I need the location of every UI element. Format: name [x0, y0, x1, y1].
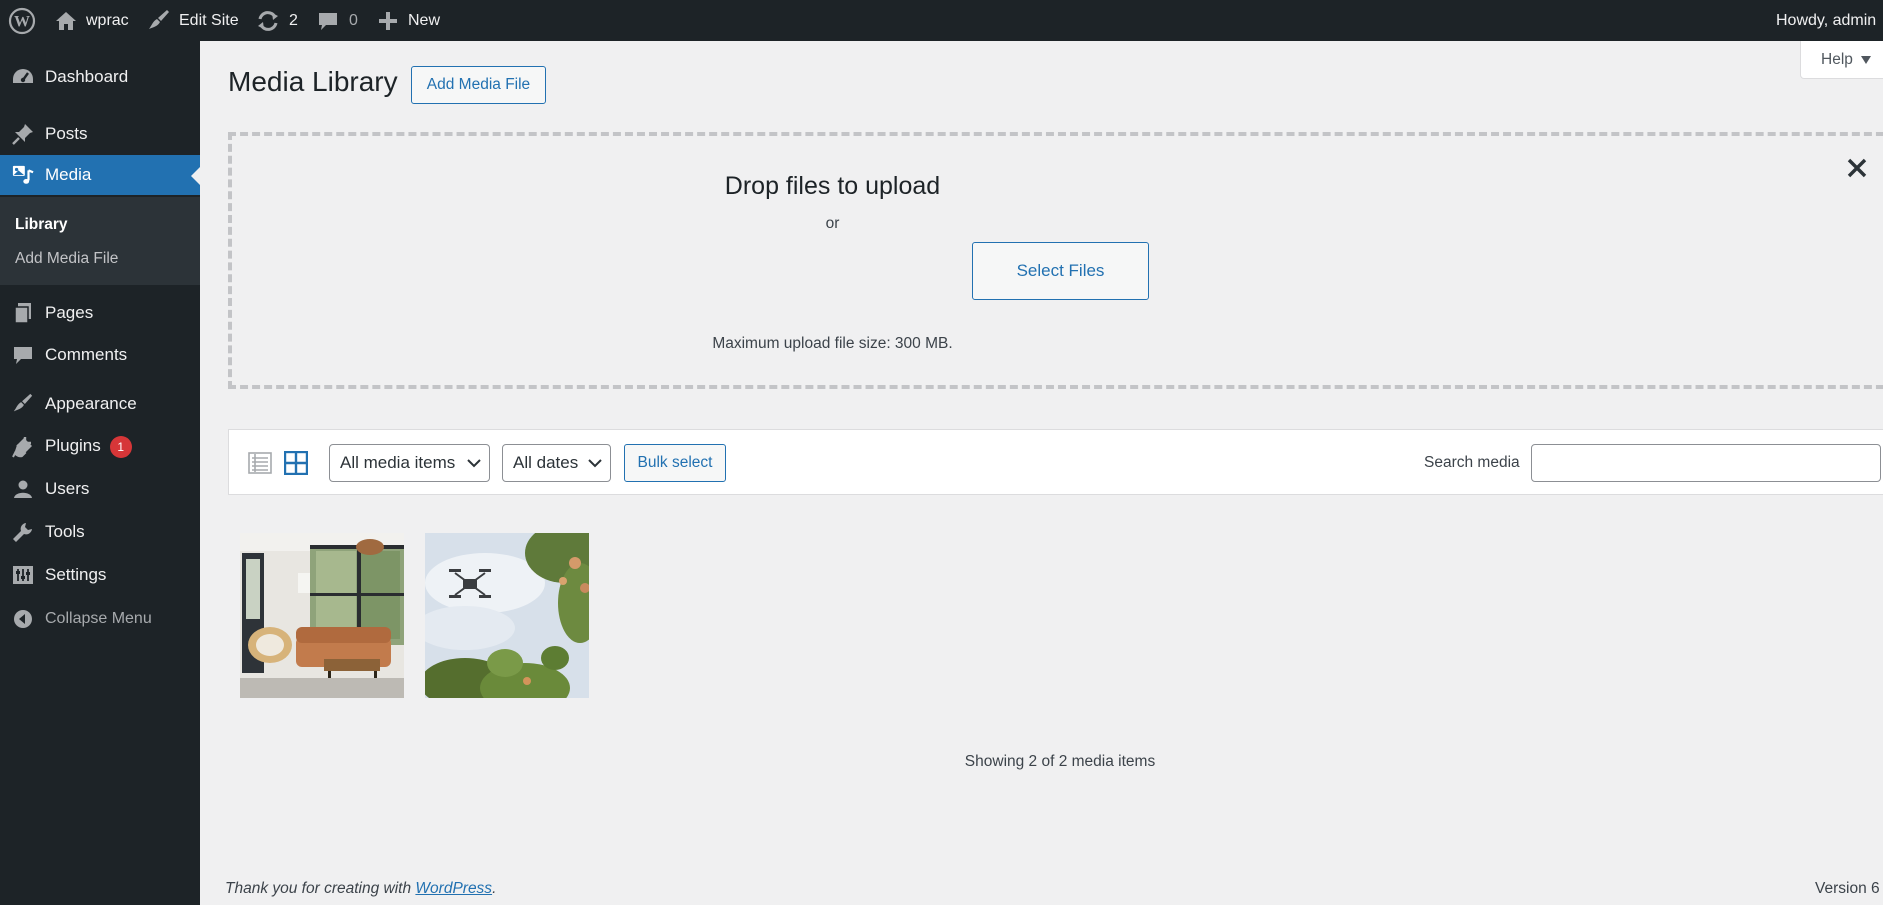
collapse-label: Collapse Menu [45, 610, 152, 627]
add-media-file-button[interactable]: Add Media File [411, 66, 546, 104]
submenu-item-add-media-file[interactable]: Add Media File [15, 250, 118, 268]
chevron-down-icon [467, 459, 481, 468]
menu-label: Settings [45, 565, 107, 584]
menu-item-settings[interactable]: Settings [0, 555, 200, 595]
footer-thanks-period: . [492, 880, 497, 897]
menu-label: Users [45, 479, 90, 498]
brush-icon [147, 9, 171, 32]
date-filter-value: All dates [513, 453, 579, 472]
living-room-photo [240, 533, 404, 698]
help-tab-button[interactable]: Help [1800, 41, 1883, 79]
updates-count: 2 [289, 11, 298, 29]
comments-count: 0 [349, 11, 358, 29]
comment-icon [317, 11, 339, 31]
admin-sidebar: Dashboard Posts Media Library Add Media … [0, 41, 200, 905]
new-content-link[interactable]: New [378, 0, 440, 41]
menu-item-appearance[interactable]: Appearance [0, 384, 200, 424]
footer-thanks-text: Thank you for creating with [225, 880, 412, 897]
footer-version: Version 6 [1815, 880, 1880, 897]
menu-label: Pages [45, 303, 94, 322]
comments-link[interactable]: 0 [317, 0, 358, 41]
updates-link[interactable]: 2 [256, 0, 298, 41]
plugin-icon [12, 436, 34, 458]
footer-thanks: Thank you for creating with WordPress. [225, 880, 496, 898]
close-icon[interactable] [1845, 156, 1869, 180]
plus-icon [378, 11, 398, 31]
wrench-icon [12, 521, 34, 543]
pin-icon [12, 123, 34, 145]
select-files-button[interactable]: Select Files [972, 242, 1149, 300]
menu-item-posts[interactable]: Posts [0, 114, 200, 154]
dashboard-icon [12, 66, 34, 88]
page-title: Media Library [228, 66, 398, 97]
menu-item-users[interactable]: Users [0, 469, 200, 509]
home-icon [55, 11, 77, 31]
plugins-update-badge: 1 [109, 436, 132, 458]
menu-item-dashboard[interactable]: Dashboard [0, 57, 200, 97]
media-submenu: Library Add Media File [0, 197, 200, 285]
menu-label: Tools [45, 522, 85, 541]
menu-label: Appearance [45, 394, 137, 413]
menu-item-plugins[interactable]: Plugins 1 [0, 427, 200, 467]
site-name-label: wprac [86, 11, 129, 29]
collapse-icon [12, 608, 34, 630]
collapse-menu-button[interactable]: Collapse Menu [0, 599, 200, 639]
menu-label: Posts [45, 124, 88, 143]
refresh-icon [256, 10, 280, 32]
media-item-thumbnail[interactable] [240, 533, 404, 698]
brush-icon [12, 393, 34, 415]
search-media-label: Search media [1424, 454, 1520, 471]
edit-site-link[interactable]: Edit Site [147, 0, 239, 41]
my-account-link[interactable]: Howdy, admin [1776, 0, 1876, 41]
wordpress-link[interactable]: WordPress [415, 880, 492, 897]
site-name-link[interactable]: wprac [55, 0, 129, 41]
admin-bar: W wprac Edit Site 2 0 New Howdy, admin [0, 0, 1883, 41]
upload-or-text: or [825, 215, 840, 232]
menu-item-pages[interactable]: Pages [0, 293, 200, 333]
user-icon [12, 478, 34, 500]
media-type-filter-select[interactable]: All media items [329, 444, 490, 482]
triangle-down-icon [1860, 51, 1871, 69]
media-item-thumbnail[interactable] [425, 533, 589, 698]
howdy-label: Howdy, admin [1776, 11, 1877, 29]
svg-text:W: W [14, 13, 30, 30]
max-upload-size: Maximum upload file size: 300 MB. [712, 335, 953, 352]
new-label: New [408, 11, 441, 29]
media-type-filter-value: All media items [340, 453, 456, 472]
chevron-down-icon [588, 459, 602, 468]
plugins-label: Plugins [45, 436, 101, 455]
menu-item-tools[interactable]: Tools [0, 512, 200, 552]
bulk-select-button[interactable]: Bulk select [624, 444, 726, 482]
grid-view-icon[interactable] [283, 450, 309, 480]
menu-label: Dashboard [45, 67, 129, 86]
drone-photo [425, 533, 589, 698]
help-label: Help [1821, 50, 1853, 68]
pages-icon [12, 302, 34, 324]
menu-label: Plugins 1 [45, 436, 132, 458]
date-filter-select[interactable]: All dates [502, 444, 611, 482]
settings-icon [12, 564, 34, 586]
edit-site-label: Edit Site [179, 11, 239, 29]
wordpress-logo-icon[interactable]: W [8, 0, 36, 41]
upload-title: Drop files to upload [724, 172, 941, 200]
media-count-text: Showing 2 of 2 media items [964, 753, 1156, 770]
search-media-input[interactable] [1531, 444, 1881, 482]
list-view-icon[interactable] [248, 451, 272, 480]
